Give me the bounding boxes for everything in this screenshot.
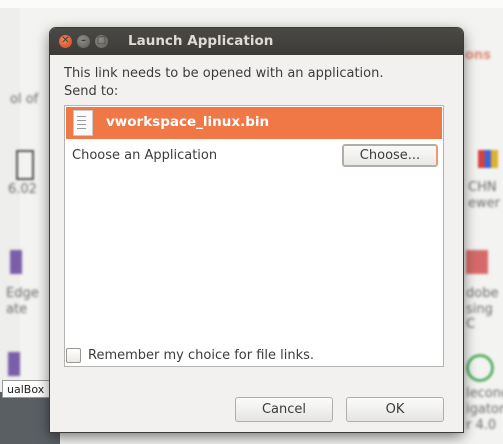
background-text-fragment: lecond: [466, 386, 503, 401]
send-to-label: Send to:: [64, 84, 119, 99]
cancel-button-label: Cancel: [261, 402, 307, 417]
remember-choice-label[interactable]: Remember my choice for file links.: [88, 348, 314, 364]
background-app-icon: [10, 250, 22, 274]
background-text-fragment: 6.02: [8, 182, 37, 197]
background-text-fragment: ate: [6, 302, 28, 317]
background-text-fragment: ol of: [10, 92, 39, 107]
selected-file-row[interactable]: vworkspace_linux.bin: [66, 107, 442, 139]
selected-file-name: vworkspace_linux.bin: [106, 114, 270, 130]
file-icon-lines: [77, 116, 86, 130]
close-window-button[interactable]: ✕: [59, 35, 72, 48]
choose-button[interactable]: Choose...: [342, 144, 438, 167]
maximize-icon: ▢: [96, 35, 107, 46]
dialog-title: Launch Application: [128, 33, 274, 49]
background-left-strip: [0, 8, 20, 444]
minimize-icon: –: [81, 35, 86, 46]
minimize-window-button[interactable]: –: [77, 35, 90, 48]
launch-application-dialog: ✕ – ▢ Launch Application This link needs…: [50, 28, 463, 432]
background-text-fragment: CHN: [468, 180, 497, 195]
binary-file-icon: [73, 110, 93, 136]
background-text-fragment: ewer: [468, 196, 500, 211]
background-app-icon: [466, 250, 488, 274]
background-heading-fragment: ons: [465, 48, 491, 63]
background-app-icon: [8, 352, 20, 376]
dialog-message: This link needs to be opened with an app…: [64, 66, 384, 81]
ok-button[interactable]: OK: [346, 397, 444, 422]
dialog-message-block: This link needs to be opened with an app…: [64, 65, 384, 101]
cancel-button[interactable]: Cancel: [235, 397, 333, 422]
background-top-strip: [0, 0, 503, 8]
ok-button-label: OK: [385, 402, 405, 417]
background-text-fragment: r 4.0: [466, 418, 497, 433]
background-text-fragment: sing C: [466, 302, 493, 332]
choose-application-row[interactable]: Choose an Application Choose...: [66, 143, 442, 169]
maximize-window-button[interactable]: ▢: [95, 35, 108, 48]
background-app-icon: [478, 150, 498, 168]
application-list: vworkspace_linux.bin Choose an Applicati…: [64, 105, 444, 367]
background-text-fragment: Edge: [6, 286, 39, 301]
background-text-fragment: igator: [466, 402, 503, 417]
close-icon: ✕: [61, 35, 70, 46]
background-text-fragment: dobe: [466, 286, 499, 301]
dialog-titlebar[interactable]: ✕ – ▢ Launch Application: [50, 28, 463, 55]
remember-choice-checkbox[interactable]: [66, 348, 81, 363]
choose-application-label: Choose an Application: [72, 148, 218, 163]
background-app-icon: [16, 150, 34, 180]
background-app-icon: [466, 354, 494, 382]
choose-button-label: Choose...: [359, 148, 421, 163]
